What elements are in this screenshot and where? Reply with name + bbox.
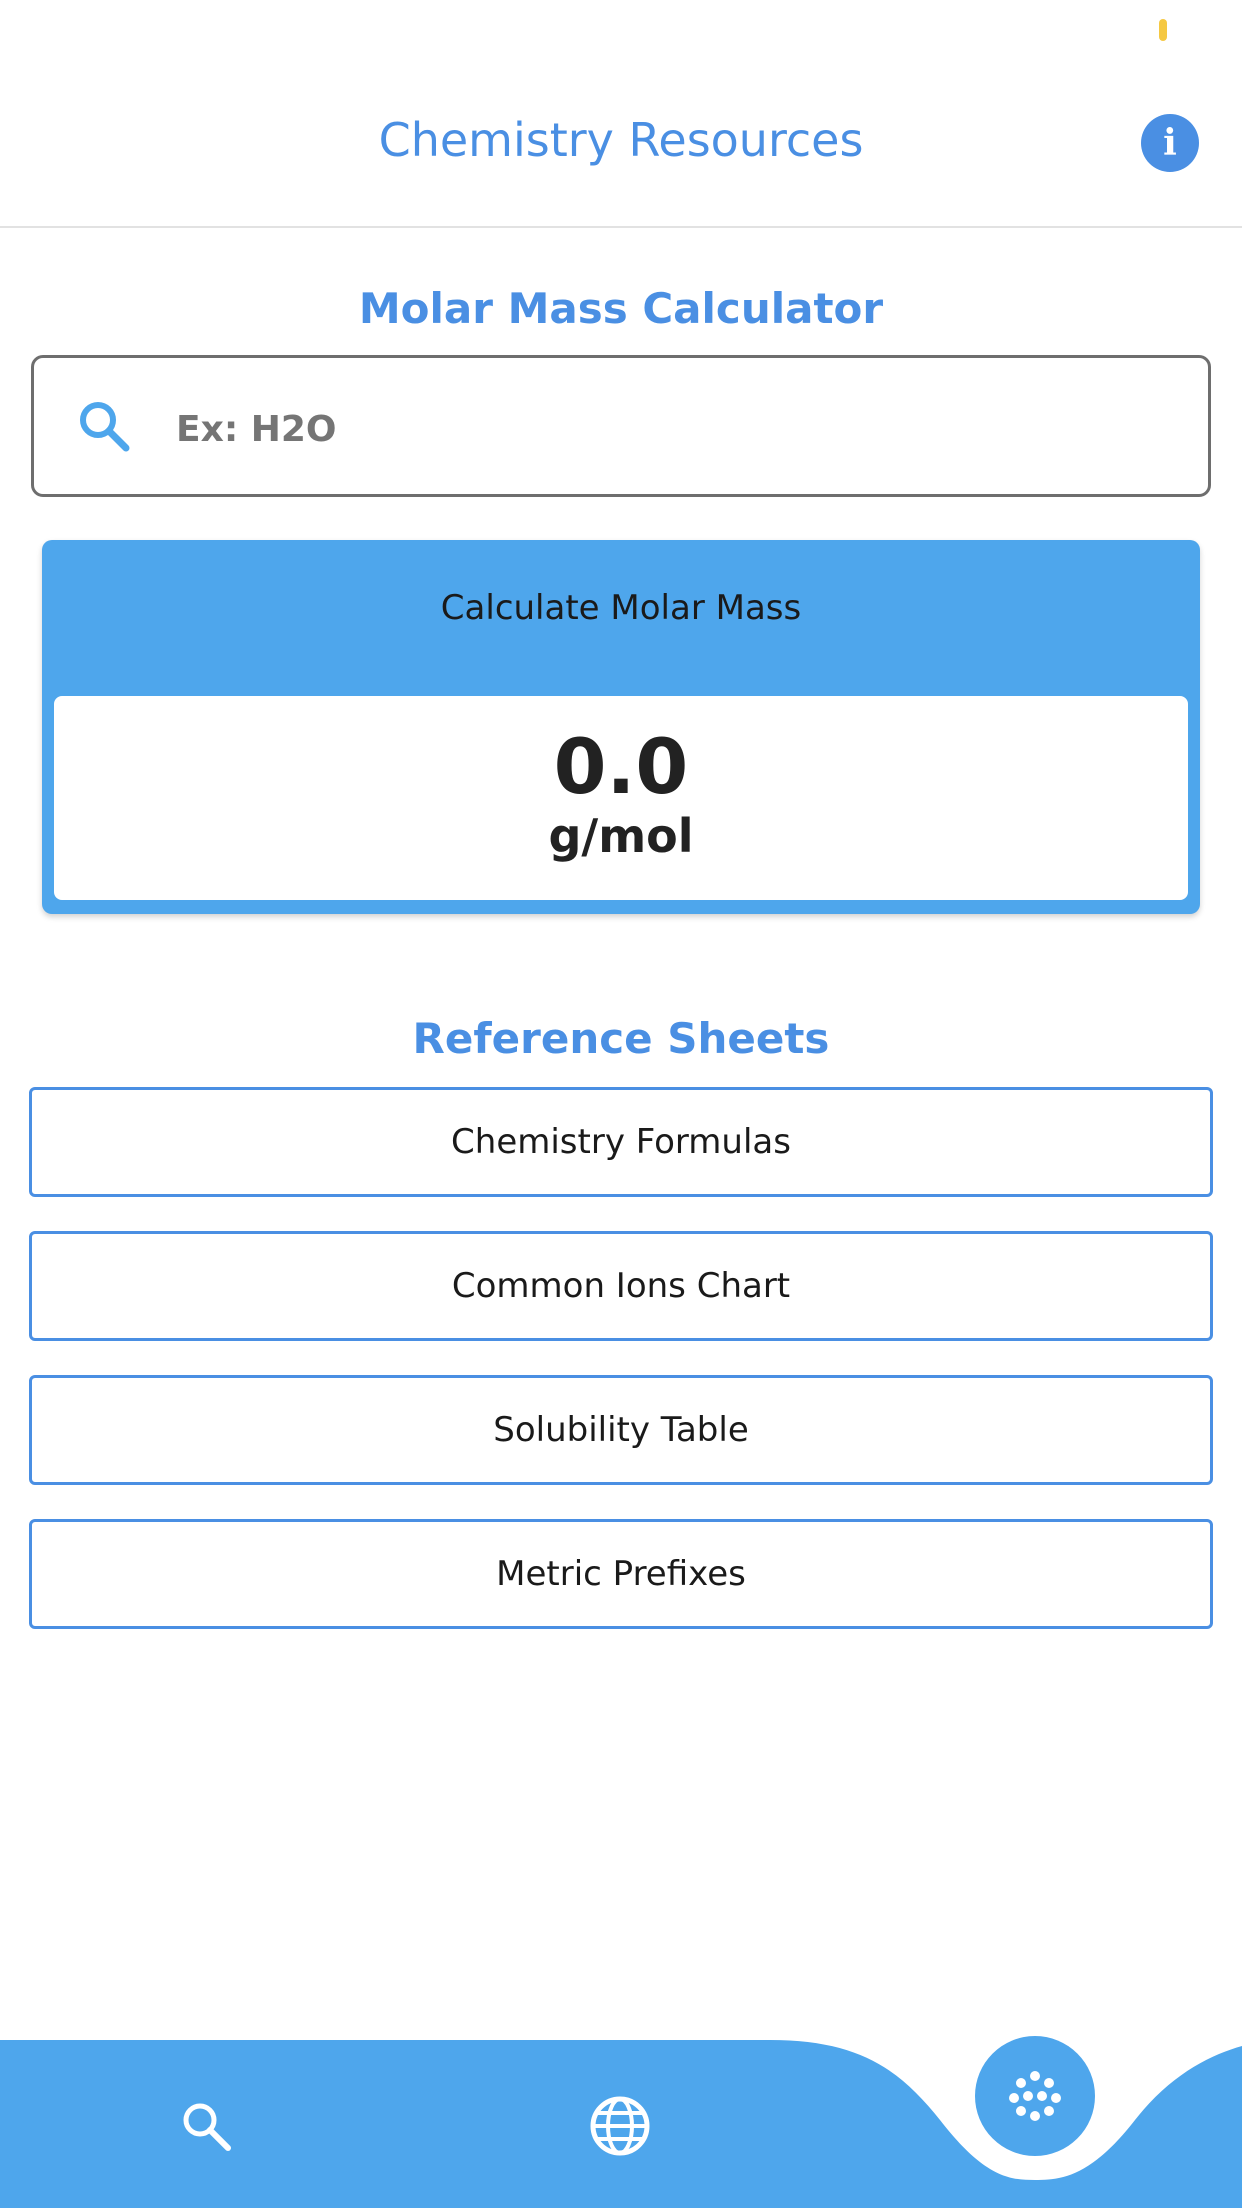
molecule-icon (1009, 2071, 1061, 2121)
nav-molecule-button[interactable] (975, 2036, 1095, 2156)
result-display: 0.0 g/mol (54, 696, 1188, 900)
common-ions-chart-button[interactable]: Common Ions Chart (29, 1231, 1213, 1341)
chemistry-formulas-button[interactable]: Chemistry Formulas (29, 1087, 1213, 1197)
result-unit: g/mol (548, 809, 694, 863)
app-header: Chemistry Resources i (0, 0, 1242, 228)
nav-search-icon[interactable] (176, 2096, 236, 2156)
info-icon[interactable]: i (1141, 114, 1199, 172)
result-value: 0.0 (553, 722, 689, 811)
info-glyph: i (1163, 122, 1177, 164)
nav-globe-icon[interactable] (588, 2094, 652, 2158)
search-icon (80, 402, 130, 452)
formula-input[interactable] (174, 388, 1158, 470)
metric-prefixes-button[interactable]: Metric Prefixes (29, 1519, 1213, 1629)
page-title: Chemistry Resources (378, 113, 864, 167)
solubility-table-button[interactable]: Solubility Table (29, 1375, 1213, 1485)
calculate-molar-mass-button[interactable]: Calculate Molar Mass (42, 588, 1200, 628)
formula-search-box[interactable] (31, 355, 1211, 497)
calculate-molar-mass-card[interactable]: Calculate Molar Mass 0.0 g/mol (42, 540, 1200, 914)
reference-section-title: Reference Sheets (412, 1014, 830, 1063)
calculator-section-title: Molar Mass Calculator (358, 284, 884, 333)
